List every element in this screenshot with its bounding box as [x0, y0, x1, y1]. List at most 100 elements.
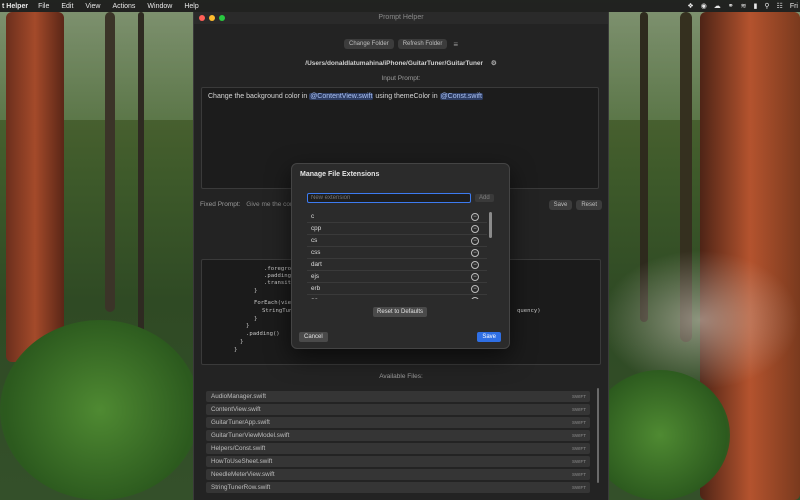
prompt-text-2: using themeColor in: [373, 93, 440, 100]
file-ext-badge: SWIFT: [572, 394, 586, 399]
menu-actions[interactable]: Actions: [112, 3, 135, 10]
dropbox-icon[interactable]: ❖: [687, 2, 693, 10]
extension-name: ejs: [311, 273, 320, 280]
file-row[interactable]: ContentView.swift SWIFT: [206, 404, 590, 415]
save-button[interactable]: Save: [477, 332, 501, 342]
folder-toolbar: Change Folder Refresh Folder ≡: [344, 39, 458, 49]
battery-icon[interactable]: ▮: [754, 2, 758, 10]
minus-circle-icon[interactable]: −: [471, 261, 479, 269]
fixed-save-button[interactable]: Save: [548, 200, 573, 210]
extension-name: c: [311, 213, 315, 220]
status-circle-icon[interactable]: ◉: [701, 2, 707, 10]
file-name: Helpers/Const.swift: [211, 445, 266, 452]
extension-name: cpp: [311, 225, 322, 232]
list-item: ejs −: [307, 271, 487, 283]
prompt-text-1: Change the background color in: [208, 93, 310, 100]
fixed-reset-button[interactable]: Reset: [576, 200, 602, 210]
list-icon[interactable]: ≡: [453, 40, 458, 49]
cancel-button[interactable]: Cancel: [299, 332, 328, 342]
title-bar: Prompt Helper: [194, 12, 608, 24]
gear-icon[interactable]: ⚙: [491, 60, 497, 67]
file-ext-badge: SWIFT: [572, 459, 586, 464]
files-scrollbar[interactable]: [597, 388, 599, 483]
folder-path: /Users/donaldlatumahina/iPhone/GuitarTun…: [194, 59, 608, 67]
wifi-icon[interactable]: ≋: [741, 2, 747, 10]
manage-extensions-dialog: Manage File Extensions Add c− cpp− cs− c…: [291, 163, 510, 349]
dialog-title: Manage File Extensions: [300, 171, 380, 178]
menu-view[interactable]: View: [85, 3, 100, 10]
input-prompt-label: Input Prompt:: [381, 75, 421, 82]
file-ext-badge: SWIFT: [572, 472, 586, 477]
minus-circle-icon[interactable]: −: [471, 273, 479, 281]
file-ext-badge: SWIFT: [572, 446, 586, 451]
code-line: }: [240, 339, 244, 345]
extension-name: css: [311, 249, 321, 256]
list-item: cpp −: [307, 223, 487, 235]
file-tag-contentview[interactable]: @ContentView.swift: [309, 93, 374, 100]
code-line: .foregrou: [264, 266, 295, 272]
extension-list-scrollbar[interactable]: [489, 212, 492, 238]
file-name: HowToUseSheet.swift: [211, 458, 273, 465]
list-item: go −: [307, 295, 487, 299]
file-name: GuitarTunerApp.swift: [211, 419, 270, 426]
list-item: css −: [307, 247, 487, 259]
available-files-list: AudioManager.swift SWIFT ContentView.swif…: [206, 391, 590, 495]
file-row[interactable]: StringTunerRow.swift SWIFT: [206, 482, 590, 493]
minus-circle-icon[interactable]: −: [471, 285, 479, 293]
menu-help[interactable]: Help: [184, 3, 198, 10]
reset-to-defaults-button[interactable]: Reset to Defaults: [373, 307, 428, 317]
refresh-folder-button[interactable]: Refresh Folder: [397, 39, 448, 49]
minus-circle-icon[interactable]: −: [471, 249, 479, 257]
code-line: }: [254, 288, 258, 294]
fixed-prompt-field[interactable]: Give me the com: [246, 201, 295, 208]
fixed-prompt-label: Fixed Prompt:: [200, 201, 241, 208]
file-row[interactable]: GuitarTunerApp.swift SWIFT: [206, 417, 590, 428]
menu-bar: t Helper File Edit View Actions Window H…: [0, 0, 800, 12]
code-line: }: [246, 323, 250, 329]
search-icon[interactable]: ⚲: [764, 2, 769, 10]
file-row[interactable]: HowToUseSheet.swift SWIFT: [206, 456, 590, 467]
extension-list: c− cpp− cs− css− dart− ejs− erb− go−: [307, 211, 487, 299]
add-extension-button[interactable]: Add: [475, 194, 494, 202]
code-line: quency): [517, 308, 541, 314]
list-item: c −: [307, 211, 487, 223]
file-ext-badge: SWIFT: [572, 407, 586, 412]
code-line: }: [254, 316, 258, 322]
file-name: GuitarTunerViewModel.swift: [211, 432, 290, 439]
menu-app-name[interactable]: t Helper: [2, 3, 28, 10]
code-line: }: [234, 347, 238, 353]
extension-name: go: [311, 297, 318, 299]
headphones-icon[interactable]: ⚭: [728, 2, 734, 10]
extension-name: erb: [311, 285, 321, 292]
minus-circle-icon[interactable]: −: [471, 225, 479, 233]
file-row[interactable]: GuitarTunerViewModel.swift SWIFT: [206, 430, 590, 441]
change-folder-button[interactable]: Change Folder: [344, 39, 394, 49]
menu-clock[interactable]: Fri: [790, 3, 798, 10]
file-name: NeedleMeterView.swift: [211, 471, 275, 478]
file-row[interactable]: NeedleMeterView.swift SWIFT: [206, 469, 590, 480]
available-files-label: Available Files:: [379, 373, 423, 380]
menu-edit[interactable]: Edit: [61, 3, 73, 10]
control-center-icon[interactable]: ☷: [777, 2, 783, 10]
file-name: ContentView.swift: [211, 406, 261, 413]
minus-circle-icon[interactable]: −: [471, 297, 479, 299]
folder-path-text: /Users/donaldlatumahina/iPhone/GuitarTun…: [305, 60, 484, 67]
minus-circle-icon[interactable]: −: [471, 213, 479, 221]
file-row[interactable]: AudioManager.swift SWIFT: [206, 391, 590, 402]
new-extension-input[interactable]: [307, 193, 471, 203]
cloud-icon[interactable]: ☁: [714, 2, 721, 10]
file-name: AudioManager.swift: [211, 393, 266, 400]
file-row[interactable]: Helpers/Const.swift SWIFT: [206, 443, 590, 454]
minus-circle-icon[interactable]: −: [471, 237, 479, 245]
list-item: erb −: [307, 283, 487, 295]
window-title: Prompt Helper: [378, 14, 424, 21]
code-line: .padding(): [246, 331, 280, 337]
file-ext-badge: SWIFT: [572, 485, 586, 490]
list-item: dart −: [307, 259, 487, 271]
menu-file[interactable]: File: [38, 3, 49, 10]
menu-window[interactable]: Window: [147, 3, 172, 10]
list-item: cs −: [307, 235, 487, 247]
fixed-prompt: Fixed Prompt: Give me the com: [200, 201, 295, 208]
file-tag-const[interactable]: @Const.swift: [439, 93, 483, 100]
extension-name: dart: [311, 261, 322, 268]
